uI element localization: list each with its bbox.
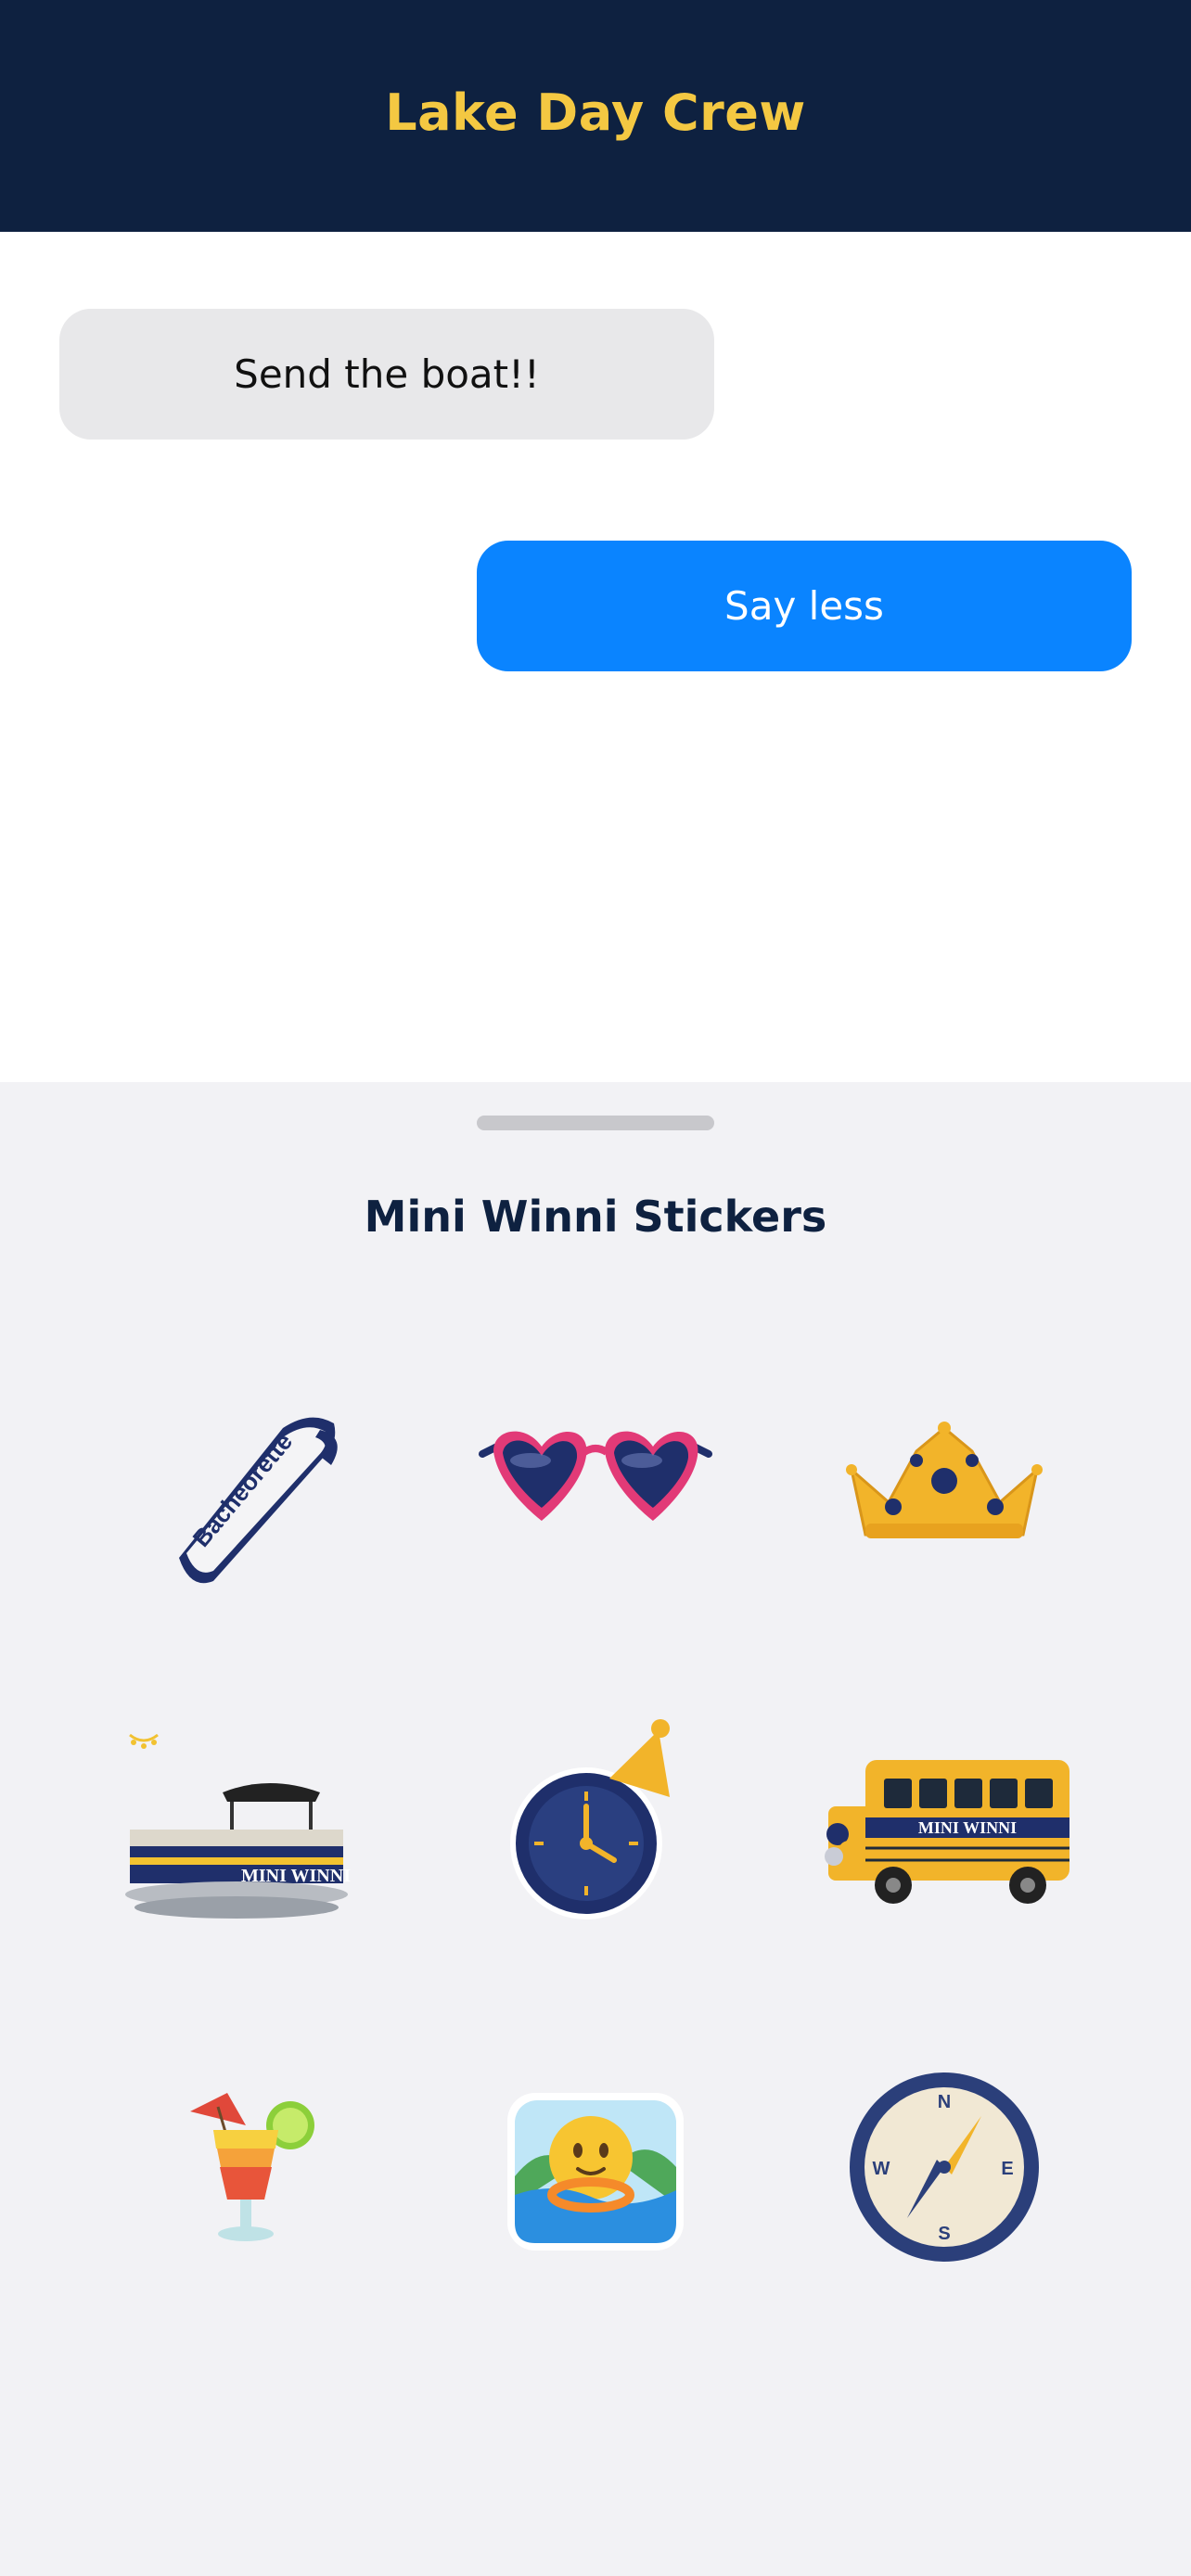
school-bus-icon: MINI WINNI [825, 1760, 1069, 1904]
sunglasses-sticker[interactable] [456, 1363, 735, 1604]
crown-sticker[interactable] [805, 1363, 1083, 1604]
compass-south: S [938, 2224, 950, 2244]
clock-party-hat-icon [510, 1719, 670, 1919]
swimming-emoji-sticker[interactable] [456, 2047, 735, 2288]
chat-title: Lake Day Crew [385, 83, 806, 142]
compass-east: E [1001, 2159, 1013, 2179]
compass-north: N [938, 2092, 951, 2112]
compass-west: W [873, 2159, 890, 2179]
compass-sticker[interactable]: N E S W [805, 2047, 1083, 2288]
cocktail-sticker[interactable] [107, 2047, 385, 2288]
bus-text: MINI WINNI [918, 1818, 1017, 1837]
party-clock-sticker[interactable] [456, 1704, 735, 1945]
chat-header: Lake Day Crew [0, 0, 1191, 232]
pontoon-boat-sticker[interactable]: MINI WINNI [102, 1704, 380, 1945]
sticker-tray-title: Mini Winni Stickers [364, 1192, 827, 1242]
incoming-message-bubble[interactable]: Send the boat!! [59, 309, 714, 440]
heart-sunglasses-icon [479, 1431, 712, 1521]
message-thread[interactable]: Send the boat!! Say less [0, 232, 1191, 1082]
tropical-drink-icon [190, 2093, 314, 2241]
sticker-tray: Mini Winni Stickers Bacheorette MINI WIN… [0, 1082, 1191, 2576]
tray-grabber-handle[interactable] [477, 1116, 714, 1130]
bachelorette-sash-icon: Bacheorette [179, 1417, 338, 1584]
compass-icon: N E S W [850, 2072, 1039, 2262]
swimming-face-icon [507, 2093, 684, 2251]
pontoon-boat-icon: MINI WINNI [125, 1733, 351, 1919]
party-bus-sticker[interactable]: MINI WINNI [805, 1704, 1083, 1945]
outgoing-message-text: Say less [724, 583, 884, 629]
outgoing-message-bubble[interactable]: Say less [477, 541, 1132, 671]
crown-icon [846, 1422, 1043, 1538]
incoming-message-text: Send the boat!! [234, 351, 540, 397]
sash-sticker[interactable]: Bacheorette [107, 1363, 385, 1604]
